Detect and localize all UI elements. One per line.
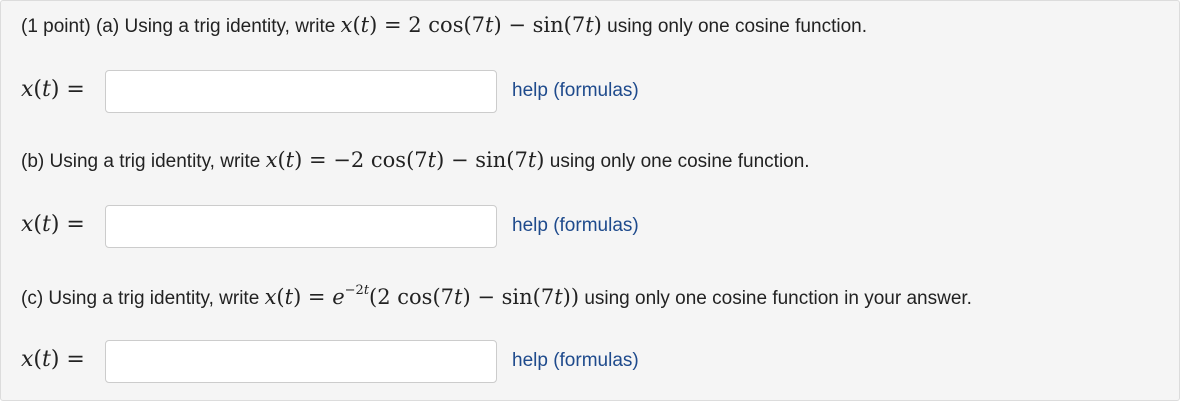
part-a-help-link[interactable]: help (formulas) bbox=[512, 80, 639, 102]
part-a-suffix: using only one cosine function. bbox=[607, 16, 867, 37]
problem-panel: (1 point) (a) Using a trig identity, wri… bbox=[0, 0, 1180, 401]
part-a-answer-label: x(t) = bbox=[21, 77, 85, 102]
part-c-answer-label: x(t) = bbox=[21, 347, 85, 372]
part-b-prefix: (b) Using a trig identity, write bbox=[21, 151, 261, 172]
part-c-prefix: (c) Using a trig identity, write bbox=[21, 288, 260, 309]
part-b-answer-label: x(t) = bbox=[21, 212, 85, 237]
part-a-prefix: (1 point) (a) Using a trig identity, wri… bbox=[21, 16, 336, 37]
part-a-question: (1 point) (a) Using a trig identity, wri… bbox=[21, 13, 867, 38]
part-b-answer-field[interactable] bbox=[105, 205, 497, 248]
part-a-answer-field[interactable] bbox=[105, 70, 497, 113]
part-c-expression: x(t) = e−2t(2 cos(7t) − sin(7t)) bbox=[264, 283, 580, 309]
part-c-suffix: using only one cosine function in your a… bbox=[584, 288, 972, 309]
part-c-question: (c) Using a trig identity, write x(t) = … bbox=[21, 283, 972, 310]
part-b-help-link[interactable]: help (formulas) bbox=[512, 215, 639, 237]
part-c-help-link[interactable]: help (formulas) bbox=[512, 350, 639, 372]
part-a-expression: x(t) = 2 cos(7t) − sin(7t) bbox=[340, 13, 602, 37]
part-b-expression: x(t) = −2 cos(7t) − sin(7t) bbox=[265, 148, 545, 172]
part-b-question: (b) Using a trig identity, write x(t) = … bbox=[21, 148, 810, 173]
part-c-answer-field[interactable] bbox=[105, 340, 497, 383]
part-b-suffix: using only one cosine function. bbox=[549, 151, 810, 172]
